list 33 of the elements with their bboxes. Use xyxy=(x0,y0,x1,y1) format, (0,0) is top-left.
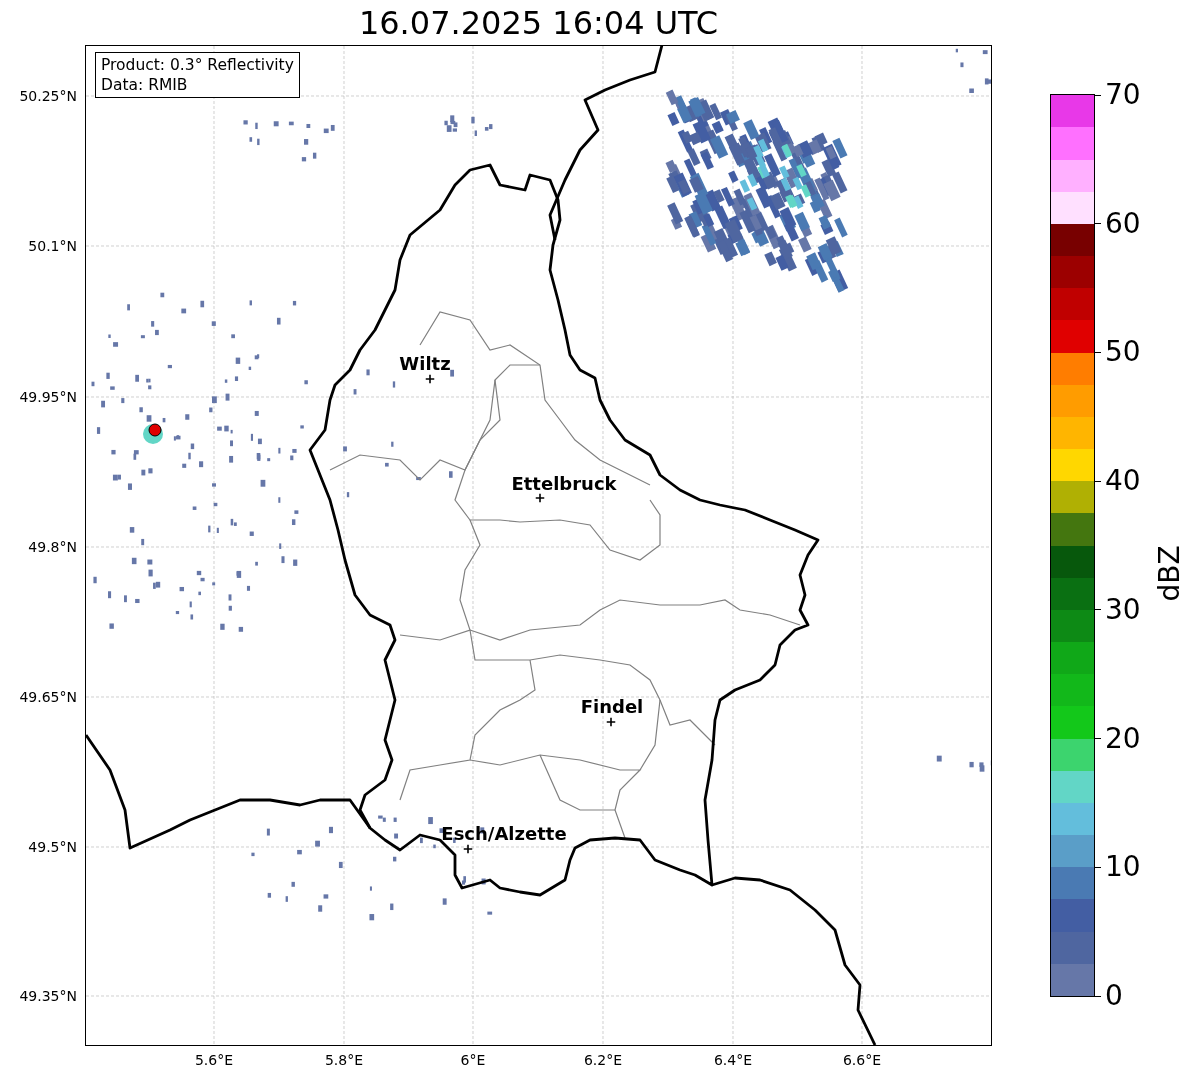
city-marker-icon xyxy=(425,374,435,384)
colorbar-tick-label: 60 xyxy=(1105,209,1141,238)
latitude-label: 49.5°N xyxy=(28,839,77,855)
city-label: Esch/Alzette xyxy=(441,822,567,844)
longitude-label: 6°E xyxy=(460,1052,486,1068)
latitude-label: 49.65°N xyxy=(19,689,77,705)
colorbar-tick-label: 0 xyxy=(1105,982,1123,1010)
latitude-label: 50.25°N xyxy=(19,88,77,104)
longitude-label: 6.2°E xyxy=(583,1052,623,1068)
longitude-label: 5.6°E xyxy=(194,1052,234,1068)
info-text: Product: 0.3° Reflectivity xyxy=(101,55,294,75)
colorbar-tick-label: 20 xyxy=(1105,724,1141,753)
colorbar-tick-label: 30 xyxy=(1105,595,1141,624)
longitude-label: 6.6°E xyxy=(842,1052,882,1068)
longitude-label: 6.4°E xyxy=(713,1052,753,1068)
latitude-label: 49.8°N xyxy=(28,539,77,555)
colorbar-tick-label: 10 xyxy=(1105,853,1141,882)
city-marker-icon xyxy=(606,717,616,727)
colorbar-tick-label: 40 xyxy=(1105,467,1141,496)
longitude-label: 5.8°E xyxy=(324,1052,364,1068)
city-marker-icon xyxy=(463,844,473,854)
city-label: Ettelbruck xyxy=(511,472,617,494)
info-text: Data: RMIB xyxy=(101,75,189,95)
colorbar-tick-label: 70 xyxy=(1105,81,1141,109)
colorbar-label: dBZ xyxy=(1153,544,1184,602)
latitude-label: 49.95°N xyxy=(19,389,77,405)
city-label: Wiltz xyxy=(399,352,451,374)
latitude-label: 50.1°N xyxy=(28,238,77,254)
chart-title: 16.07.2025 16:04 UTC xyxy=(358,6,719,39)
latitude-label: 49.35°N xyxy=(19,988,77,1004)
city-label: Findel xyxy=(580,695,644,717)
colorbar-tick-label: 50 xyxy=(1105,338,1141,367)
city-marker-icon xyxy=(535,493,545,503)
